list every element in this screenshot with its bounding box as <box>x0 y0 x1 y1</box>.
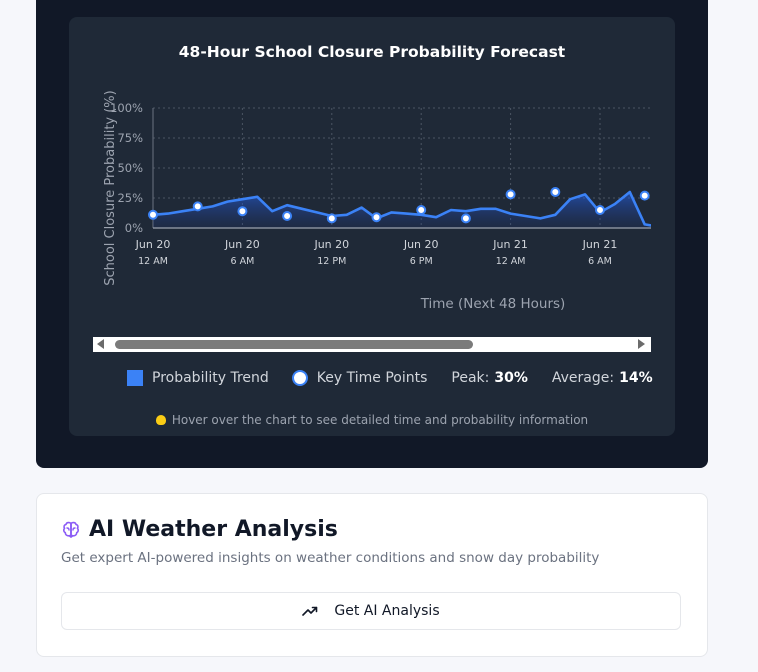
scroll-left-arrow-icon[interactable] <box>97 339 104 349</box>
x-tick-time-label: 6 PM <box>410 256 433 267</box>
x-tick-date-label: Jun 20 <box>403 238 439 251</box>
key-time-point[interactable] <box>460 213 471 224</box>
ai-analysis-title: AI Weather Analysis <box>89 517 338 542</box>
get-ai-analysis-button[interactable]: Get AI Analysis <box>61 592 681 630</box>
legend-label-key-time-points: Key Time Points <box>316 370 428 386</box>
key-time-point[interactable] <box>237 206 248 217</box>
x-tick-time-label: 6 AM <box>231 256 255 267</box>
x-tick-time-label: 12 AM <box>496 256 526 267</box>
x-tick-date-label: Jun 20 <box>224 238 260 251</box>
y-tick-label: 25% <box>117 191 143 205</box>
scrollbar-thumb[interactable] <box>115 340 473 349</box>
chart-legend: Probability Trend Key Time Points Peak: … <box>127 366 653 390</box>
average-value: 14% <box>619 370 653 386</box>
y-tick-label: 75% <box>117 131 143 145</box>
chart-horizontal-scrollbar[interactable] <box>93 337 651 352</box>
brain-icon <box>63 521 79 538</box>
key-time-point[interactable] <box>148 209 158 220</box>
ai-analysis-subtitle: Get expert AI-powered insights on weathe… <box>61 550 600 566</box>
key-time-point[interactable] <box>550 187 561 197</box>
x-tick-date-label: Jun 21 <box>582 238 618 251</box>
x-tick-time-label: 12 PM <box>317 256 346 267</box>
x-axis-title: Time (Next 48 Hours) <box>420 296 566 312</box>
key-time-point[interactable] <box>371 212 382 223</box>
x-tick-time-label: 6 AM <box>588 256 612 267</box>
trending-up-icon <box>302 606 318 616</box>
x-tick-time-label: 12 AM <box>138 256 168 267</box>
ai-analysis-heading: AI Weather Analysis <box>61 517 338 542</box>
key-time-point[interactable] <box>505 189 516 200</box>
key-time-point[interactable] <box>595 205 605 215</box>
key-time-point[interactable] <box>326 213 337 224</box>
key-time-point[interactable] <box>282 211 293 221</box>
legend-marker-key-time-points <box>291 370 308 386</box>
peak-label: Peak: <box>451 370 490 386</box>
average-label: Average: <box>551 370 615 386</box>
x-tick-date-label: Jun 21 <box>492 238 528 251</box>
key-time-point[interactable] <box>639 190 650 201</box>
scroll-right-arrow-icon[interactable] <box>638 339 645 349</box>
y-axis-title: School Closure Probability (%) <box>103 90 118 285</box>
x-tick-date-label: Jun 20 <box>313 238 349 251</box>
key-time-point[interactable] <box>416 205 427 215</box>
ai-analysis-card: AI Weather Analysis Get expert AI-powere… <box>36 493 708 657</box>
get-ai-analysis-label: Get AI Analysis <box>334 603 440 619</box>
peak-value: 30% <box>494 370 528 386</box>
y-tick-label: 0% <box>125 221 143 235</box>
legend-label-probability-trend: Probability Trend <box>152 370 269 386</box>
y-tick-label: 50% <box>117 161 143 175</box>
x-tick-date-label: Jun 20 <box>135 238 171 251</box>
legend-swatch-probability-trend <box>127 370 143 386</box>
key-time-point[interactable] <box>192 201 203 212</box>
